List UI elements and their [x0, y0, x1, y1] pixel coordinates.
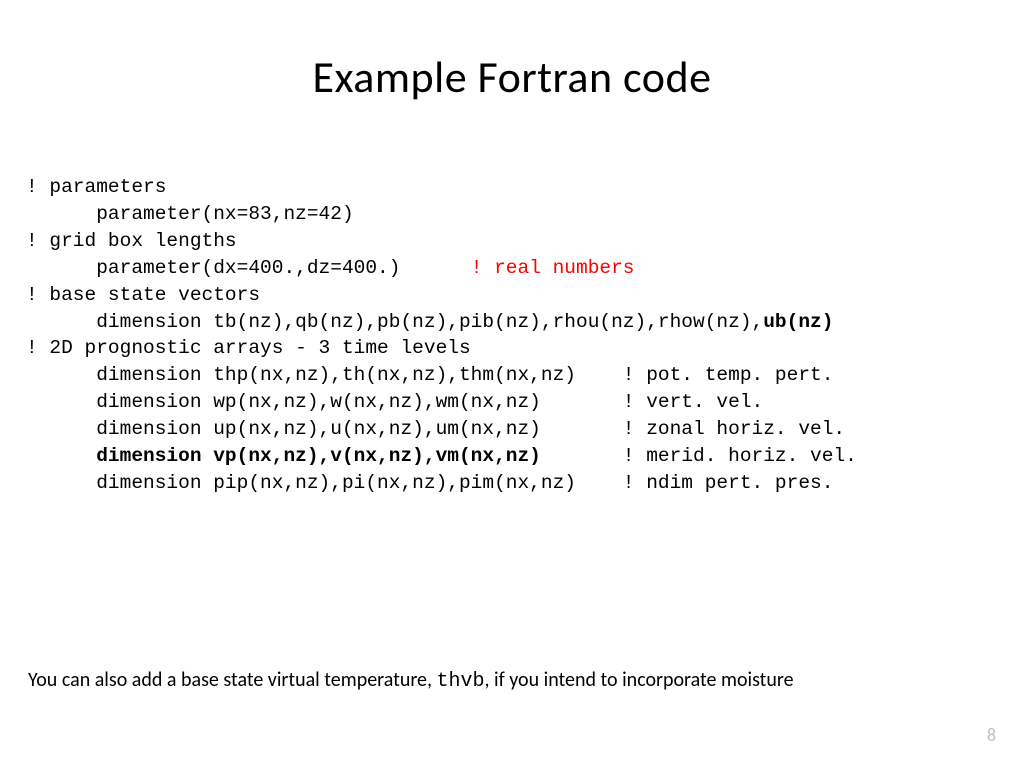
- code-line: dimension thp(nx,nz),th(nx,nz),thm(nx,nz…: [26, 364, 833, 386]
- slide: Example Fortran code ! parameters parame…: [0, 0, 1024, 768]
- code-comment: ! merid. horiz. vel.: [541, 445, 857, 467]
- footer-text-post: , if you intend to incorporate moisture: [485, 668, 794, 692]
- code-line: dimension wp(nx,nz),w(nx,nz),wm(nx,nz) !…: [26, 391, 763, 413]
- code-line: dimension up(nx,nz),u(nx,nz),um(nx,nz) !…: [26, 418, 845, 440]
- code-comment: ! grid box lengths: [26, 230, 237, 252]
- footer-var-thvb: thvb: [437, 670, 485, 693]
- code-bold-ub: ub(nz): [763, 311, 833, 333]
- footer-note: You can also add a base state virtual te…: [28, 668, 996, 693]
- footer-text-pre: You can also add a base state virtual te…: [28, 668, 437, 692]
- code-comment-real-numbers: ! real numbers: [471, 257, 635, 279]
- code-line: dimension pip(nx,nz),pi(nx,nz),pim(nx,nz…: [26, 472, 833, 494]
- page-number: 8: [987, 724, 996, 746]
- code-comment: ! parameters: [26, 176, 166, 198]
- code-line: parameter(dx=400.,dz=400.): [26, 257, 471, 279]
- code-line-bold-vp: dimension vp(nx,nz),v(nx,nz),vm(nx,nz): [26, 445, 541, 467]
- code-comment: ! 2D prognostic arrays - 3 time levels: [26, 337, 471, 359]
- code-comment: ! base state vectors: [26, 284, 260, 306]
- slide-title: Example Fortran code: [30, 50, 994, 104]
- code-line: dimension tb(nz),qb(nz),pb(nz),pib(nz),r…: [26, 311, 763, 333]
- code-block: ! parameters parameter(nx=83,nz=42) ! gr…: [26, 174, 994, 497]
- code-line: parameter(nx=83,nz=42): [26, 203, 354, 225]
